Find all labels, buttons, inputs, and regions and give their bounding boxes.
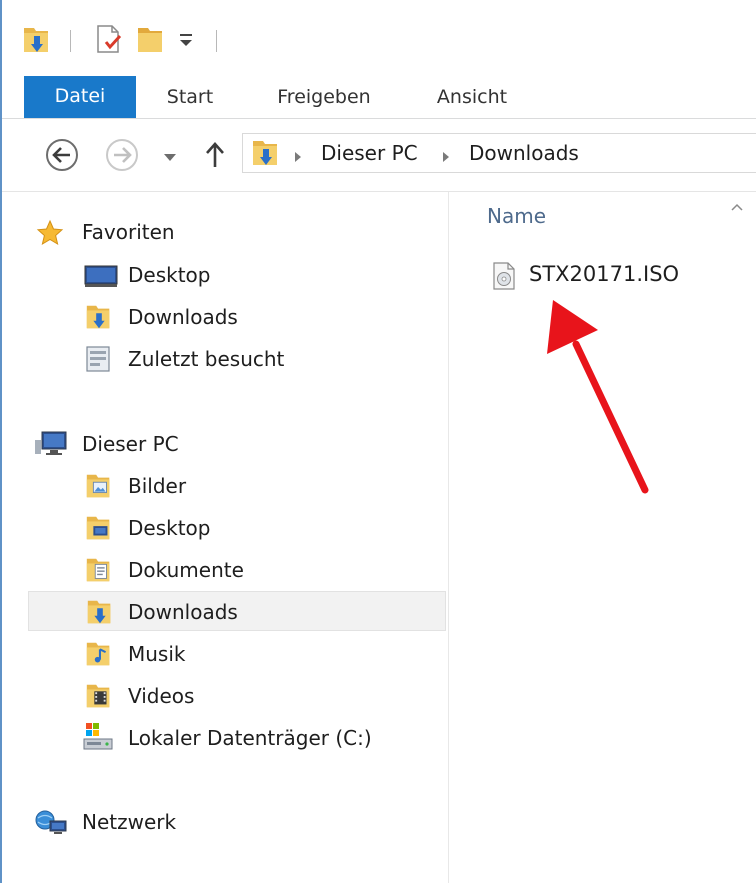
back-button[interactable] <box>44 137 80 177</box>
nav-label: Musik <box>128 642 186 666</box>
tab-freigeben[interactable]: Freigeben <box>264 76 384 118</box>
nav-label: Desktop <box>128 263 211 287</box>
nav-label: Dokumente <box>128 558 244 582</box>
local-disk-icon <box>82 722 114 756</box>
nav-favorites-downloads[interactable]: Downloads <box>58 297 476 337</box>
nav-label: Downloads <box>128 600 238 624</box>
nav-favorites-desktop[interactable]: Desktop <box>58 255 476 295</box>
nav-this-pc[interactable]: Dieser PC <box>30 424 448 464</box>
navigation-bar: Dieser PC Downloads <box>2 119 756 192</box>
desktop-icon <box>84 264 118 292</box>
breadcrumb-dieser-pc[interactable]: Dieser PC <box>321 134 418 172</box>
recent-locations-dropdown-icon[interactable] <box>162 149 178 168</box>
ribbon-tabs: Datei Start Freigeben Ansicht <box>2 76 756 119</box>
pictures-folder-icon <box>84 471 114 505</box>
new-folder-icon[interactable] <box>136 24 166 60</box>
downloads-folder-icon <box>84 302 114 336</box>
nav-label: Netzwerk <box>82 810 177 834</box>
downloads-folder-icon <box>85 597 115 631</box>
nav-label: Videos <box>128 684 195 708</box>
downloads-folder-icon <box>251 137 281 173</box>
iso-file-icon <box>491 262 517 294</box>
nav-label: Downloads <box>128 305 238 329</box>
explorer-window: Datei Start Freigeben Ansicht Dieser PC … <box>0 0 756 883</box>
star-icon <box>36 219 64 251</box>
nav-pc-downloads[interactable]: Downloads <box>28 591 446 631</box>
nav-favorites[interactable]: Favoriten <box>30 212 448 252</box>
nav-network[interactable]: Netzwerk <box>30 802 448 842</box>
tab-datei[interactable]: Datei <box>24 76 136 118</box>
breadcrumb-downloads[interactable]: Downloads <box>469 134 579 172</box>
navigation-pane: Favoriten Desktop Downloads Zuletzt besu… <box>2 192 449 883</box>
nav-label: Favoriten <box>82 220 175 244</box>
nav-pc-dokumente[interactable]: Dokumente <box>58 550 476 590</box>
quick-access-toolbar <box>2 0 756 76</box>
breadcrumb-chevron-icon[interactable] <box>293 148 303 167</box>
sort-ascending-icon <box>731 196 743 215</box>
music-folder-icon <box>84 639 114 673</box>
network-icon <box>34 809 68 841</box>
nav-pc-bilder[interactable]: Bilder <box>58 466 476 506</box>
nav-label: Desktop <box>128 516 211 540</box>
nav-pc-videos[interactable]: Videos <box>58 676 476 716</box>
nav-pc-musik[interactable]: Musik <box>58 634 476 674</box>
nav-label: Lokaler Datenträger (C:) <box>128 726 372 750</box>
toolbar-separator <box>70 30 71 52</box>
properties-icon[interactable] <box>94 24 124 60</box>
tab-start[interactable]: Start <box>154 76 226 118</box>
downloads-folder-icon[interactable] <box>22 24 52 60</box>
column-header-name[interactable]: Name <box>487 204 546 228</box>
nav-label: Bilder <box>128 474 187 498</box>
documents-folder-icon <box>84 555 114 589</box>
toolbar-separator <box>216 30 217 52</box>
nav-favorites-recent[interactable]: Zuletzt besucht <box>58 339 476 379</box>
file-list: Name STX20171.ISO <box>449 192 756 883</box>
nav-label: Zuletzt besucht <box>128 347 285 371</box>
up-button[interactable] <box>202 139 228 175</box>
desktop-folder-icon <box>84 513 114 547</box>
computer-icon <box>34 430 68 462</box>
nav-pc-desktop[interactable]: Desktop <box>58 508 476 548</box>
nav-label: Dieser PC <box>82 432 179 456</box>
recent-places-icon <box>84 344 114 378</box>
videos-folder-icon <box>84 681 114 715</box>
file-item[interactable]: STX20171.ISO <box>491 254 751 294</box>
nav-pc-local-disk[interactable]: Lokaler Datenträger (C:) <box>58 718 476 758</box>
forward-button[interactable] <box>104 137 140 177</box>
tab-ansicht[interactable]: Ansicht <box>426 76 518 118</box>
breadcrumb-chevron-icon[interactable] <box>441 148 451 167</box>
address-bar[interactable]: Dieser PC Downloads <box>242 133 756 173</box>
file-name: STX20171.ISO <box>529 262 680 286</box>
customize-toolbar-dropdown-icon[interactable] <box>178 30 194 54</box>
